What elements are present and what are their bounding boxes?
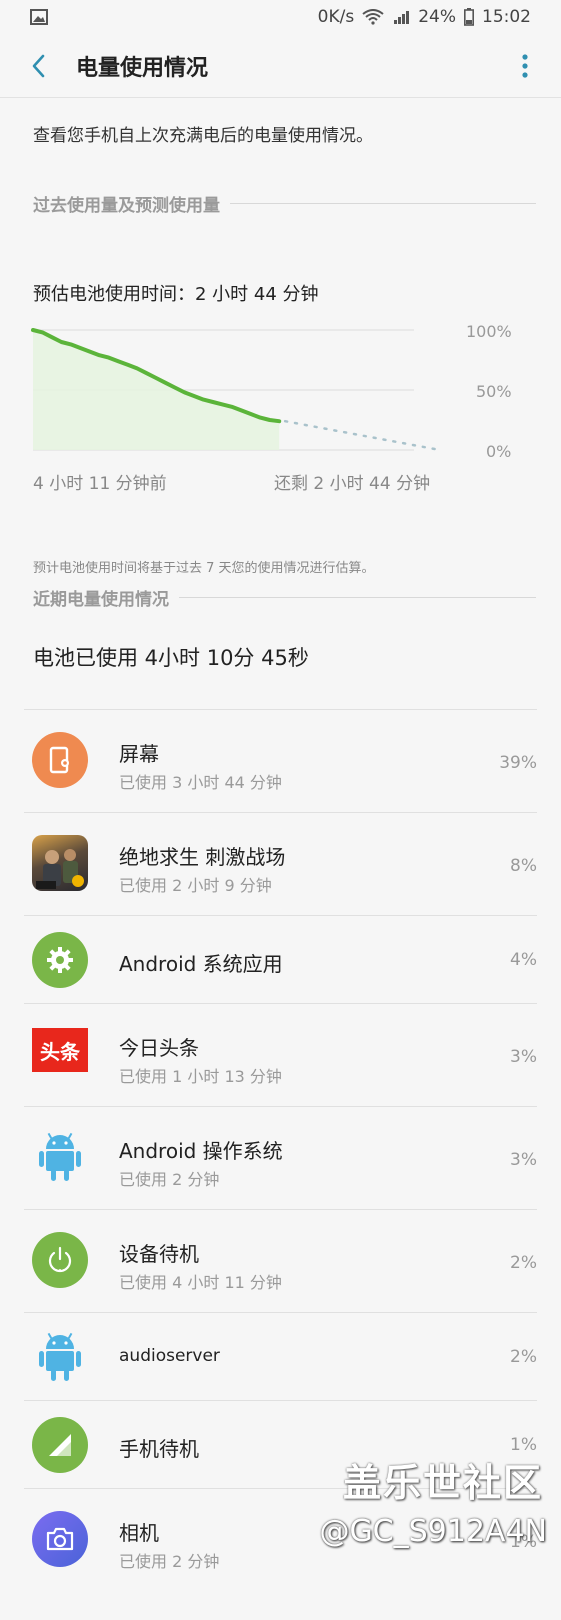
- camera-icon: [32, 1511, 88, 1567]
- power-icon: [32, 1232, 88, 1288]
- more-options-button[interactable]: [507, 46, 543, 86]
- app-percent: 3%: [510, 1047, 537, 1067]
- list-item[interactable]: 头条 今日头条 已使用 1 小时 13 分钟 3%: [24, 1003, 537, 1106]
- app-usage-time: 已使用 2 分钟: [119, 1552, 220, 1571]
- app-name: 屏幕: [119, 742, 159, 766]
- status-right: 0K/s 24% 15:02: [318, 7, 531, 27]
- app-usage-time: 已使用 1 小时 13 分钟: [119, 1067, 282, 1086]
- app-usage-time: 已使用 2 分钟: [119, 1170, 220, 1189]
- divider: [179, 597, 536, 598]
- y-tick-label-100: 100%: [466, 322, 512, 341]
- description-text: 查看您手机自上次充满电后的电量使用情况。: [33, 126, 373, 146]
- android-icon: [32, 1329, 88, 1385]
- app-percent: 39%: [499, 753, 537, 773]
- app-name: audioserver: [119, 1346, 220, 1366]
- clock: 15:02: [482, 7, 531, 27]
- app-name: 设备待机: [119, 1242, 199, 1266]
- cell-signal-icon: [394, 11, 410, 24]
- list-item[interactable]: Android 操作系统 已使用 2 分钟 3%: [24, 1106, 537, 1209]
- list-item[interactable]: Android 系统应用 4%: [24, 915, 537, 1003]
- app-usage-time: 已使用 2 小时 9 分钟: [119, 876, 272, 895]
- status-bar: 0K/s 24% 15:02: [0, 0, 561, 34]
- watermark-community: 盖乐世社区: [342, 1461, 543, 1505]
- app-percent: 2%: [510, 1253, 537, 1273]
- battery-icon: [464, 8, 474, 26]
- app-usage-time: 已使用 4 小时 11 分钟: [119, 1273, 282, 1292]
- app-name: 今日头条: [119, 1036, 199, 1060]
- toutiao-icon: 头条: [32, 1028, 88, 1072]
- app-name: 相机: [119, 1521, 159, 1545]
- screen-icon: [32, 732, 88, 788]
- y-tick-label-50: 50%: [476, 382, 512, 401]
- app-bar: 电量使用情况: [0, 34, 561, 98]
- estimated-battery-time: 预估电池使用时间：2 小时 44 分钟: [33, 284, 319, 305]
- back-button[interactable]: [18, 46, 58, 86]
- app-percent: 2%: [510, 1347, 537, 1367]
- x-label-start: 4 小时 11 分钟前: [33, 474, 167, 494]
- x-label-end: 还剩 2 小时 44 分钟: [274, 474, 431, 494]
- toutiao-icon-text: 头条: [40, 1039, 80, 1064]
- list-item[interactable]: 屏幕 已使用 3 小时 44 分钟 39%: [24, 709, 537, 812]
- app-percent: 8%: [510, 856, 537, 876]
- estimate-note: 预计电池使用时间将基于过去 7 天您的使用情况进行估算。: [33, 561, 375, 576]
- battery-used-total: 电池已使用 4小时 10分 45秒: [33, 646, 309, 670]
- list-item[interactable]: 绝地求生 刺激战场 已使用 2 小时 9 分钟 8%: [24, 812, 537, 915]
- app-name: Android 系统应用: [119, 952, 283, 976]
- battery-percent: 24%: [418, 7, 456, 27]
- list-item[interactable]: 设备待机 已使用 4 小时 11 分钟 2%: [24, 1209, 537, 1312]
- y-tick-label-0: 0%: [486, 442, 512, 461]
- signal-icon: [32, 1417, 88, 1473]
- status-left: [30, 9, 48, 25]
- back-arrow-icon: [32, 54, 45, 77]
- divider: [230, 203, 536, 204]
- app-usage-time: 已使用 3 小时 44 分钟: [119, 773, 282, 792]
- list-item[interactable]: audioserver 2%: [24, 1312, 537, 1400]
- pubg-icon: [32, 835, 88, 891]
- app-name: 绝地求生 刺激战场: [119, 845, 286, 869]
- app-percent: 3%: [510, 1150, 537, 1170]
- gallery-notification-icon: [30, 9, 48, 25]
- section-header-past-and-predicted: 过去使用量及预测使用量: [33, 191, 536, 216]
- page-title: 电量使用情况: [76, 55, 209, 81]
- more-vertical-icon: [522, 53, 528, 78]
- network-speed: 0K/s: [317, 7, 355, 27]
- section-header-recent-usage: 近期电量使用情况: [33, 585, 536, 610]
- wifi-icon: [362, 9, 384, 25]
- projected-usage-line: [283, 419, 442, 452]
- app-percent: 4%: [510, 950, 537, 970]
- app-name: 手机待机: [119, 1437, 199, 1461]
- watermark-handle: @GC_S912A4N: [319, 1514, 547, 1549]
- gear-icon: [32, 932, 88, 988]
- app-name: Android 操作系统: [119, 1139, 283, 1163]
- android-icon: [32, 1129, 88, 1185]
- section-label: 过去使用量及预测使用量: [33, 196, 220, 216]
- section-label: 近期电量使用情况: [33, 590, 169, 610]
